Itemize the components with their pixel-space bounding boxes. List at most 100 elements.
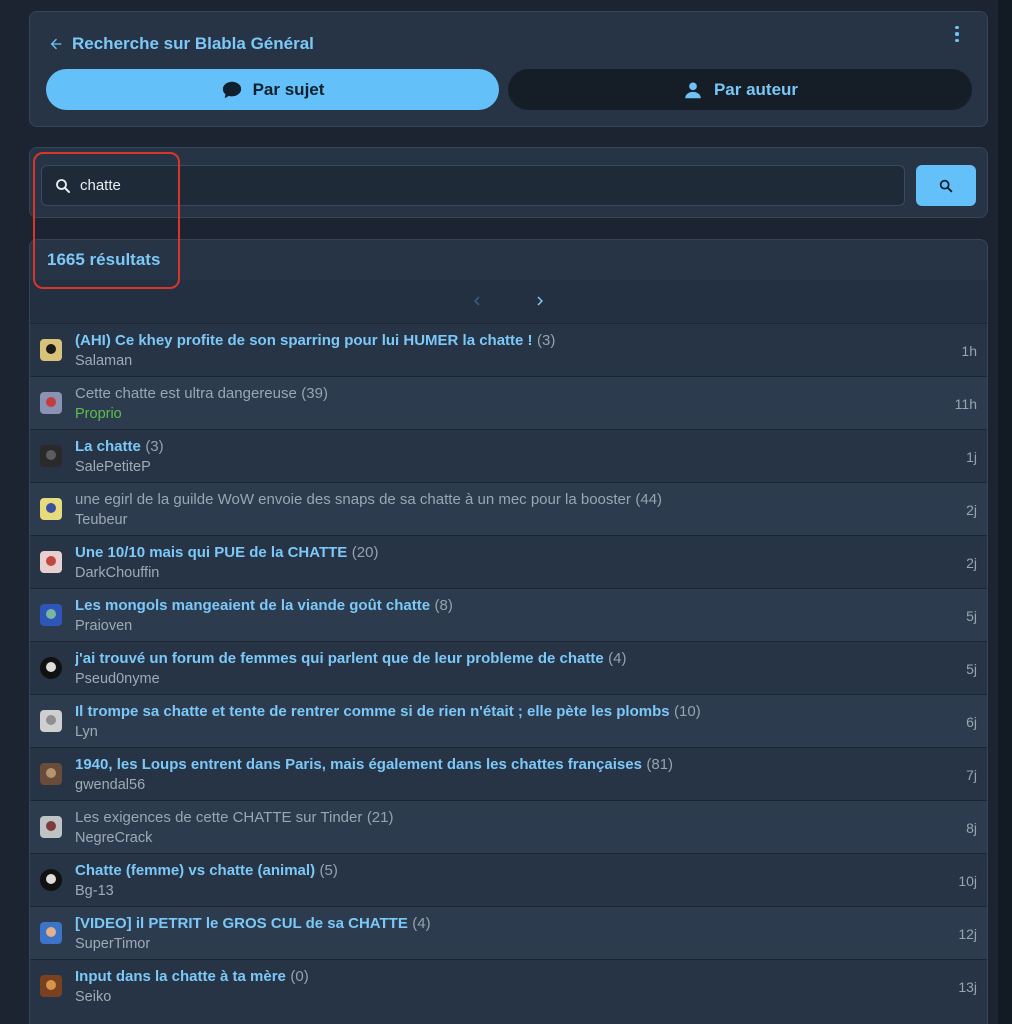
reply-count: (21) <box>366 809 394 826</box>
avatar[interactable] <box>40 392 62 414</box>
topic-row[interactable]: Input dans la chatte à ta mère (0) Seiko 1… <box>30 959 987 1012</box>
topic-time: 1j <box>966 449 977 465</box>
reply-count: (39) <box>301 385 328 402</box>
topic-title-link[interactable]: Les exigences de cette CHATTE sur Tinder <box>75 809 362 826</box>
search-input[interactable]: chatte <box>41 165 905 206</box>
back-arrow-icon[interactable] <box>48 36 64 52</box>
tab-by-subject[interactable]: Par sujet <box>46 69 499 110</box>
results-card: 1665 résultats (AHI) Ce khey profite de … <box>29 239 988 1024</box>
topic-author[interactable]: Proprio <box>75 406 917 422</box>
tab-by-author-label: Par auteur <box>713 79 799 99</box>
topic-row[interactable]: Les mongols mangeaient de la viande goût… <box>30 588 987 641</box>
chevron-left-icon[interactable] <box>468 292 486 310</box>
topic-title-link[interactable]: Une 10/10 mais qui PUE de la CHATTE <box>75 544 347 561</box>
avatar[interactable] <box>40 339 62 361</box>
reply-count: (5) <box>319 862 338 879</box>
topic-row[interactable]: Une 10/10 mais qui PUE de la CHATTE (20)… <box>30 535 987 588</box>
topic-title-link[interactable]: j'ai trouvé un forum de femmes qui parle… <box>75 650 604 667</box>
topic-title-link[interactable]: Il trompe sa chatte et tente de rentrer … <box>75 703 670 720</box>
topic-title-link[interactable]: (AHI) Ce khey profite de son sparring po… <box>75 332 533 349</box>
topic-title-link[interactable]: Input dans la chatte à ta mère <box>75 968 286 985</box>
reply-count: (81) <box>646 756 674 773</box>
reply-count: (20) <box>351 544 379 561</box>
topic-list: (AHI) Ce khey profite de son sparring po… <box>30 323 987 1012</box>
topic-title-link[interactable]: Les mongols mangeaient de la viande goût… <box>75 597 430 614</box>
reply-count: (4) <box>608 650 627 667</box>
avatar[interactable] <box>40 869 62 891</box>
avatar[interactable] <box>40 498 62 520</box>
avatar[interactable] <box>40 816 62 838</box>
reply-count: (3) <box>537 332 556 349</box>
topic-title-link[interactable]: 1940, les Loups entrent dans Paris, mais… <box>75 756 642 773</box>
search-header-card: Recherche sur Blabla Général Par sujet P… <box>29 11 988 127</box>
topic-row[interactable]: Cette chatte est ultra dangereuse (39) Pr… <box>30 376 987 429</box>
topic-author[interactable]: Salaman <box>75 353 917 369</box>
topic-time: 12j <box>958 926 977 942</box>
results-count: 1665 résultats <box>47 250 161 269</box>
topic-title-link[interactable]: [VIDEO] il PETRIT le GROS CUL de sa CHAT… <box>75 915 408 932</box>
avatar[interactable] <box>40 763 62 785</box>
topic-time: 5j <box>966 661 977 677</box>
topic-row[interactable]: Les exigences de cette CHATTE sur Tinder… <box>30 800 987 853</box>
topic-author[interactable]: DarkChouffin <box>75 565 917 581</box>
topic-time: 2j <box>966 555 977 571</box>
avatar[interactable] <box>40 551 62 573</box>
topic-author[interactable]: NegreCrack <box>75 830 917 846</box>
search-button[interactable] <box>916 165 976 206</box>
reply-count: (3) <box>145 438 164 455</box>
search-icon <box>56 178 70 193</box>
topic-time: 7j <box>966 767 977 783</box>
reply-count: (4) <box>412 915 431 932</box>
topic-author[interactable]: Praioven <box>75 618 917 634</box>
topic-row[interactable]: 1940, les Loups entrent dans Paris, mais… <box>30 747 987 800</box>
topic-author[interactable]: Teubeur <box>75 512 917 528</box>
search-icon <box>939 179 953 192</box>
topic-time: 2j <box>966 502 977 518</box>
reply-count: (10) <box>674 703 701 720</box>
topic-time: 10j <box>958 873 977 889</box>
person-icon <box>685 81 701 98</box>
topic-row[interactable]: Il trompe sa chatte et tente de rentrer … <box>30 694 987 747</box>
back-link[interactable]: Recherche sur Blabla Général <box>48 24 314 64</box>
topic-row[interactable]: Chatte (femme) vs chatte (animal) (5) Bg-… <box>30 853 987 906</box>
avatar[interactable] <box>40 657 62 679</box>
avatar[interactable] <box>40 975 62 997</box>
topic-author[interactable]: Lyn <box>75 724 917 740</box>
avatar[interactable] <box>40 710 62 732</box>
topic-time: 11h <box>954 396 977 412</box>
tab-by-subject-label: Par sujet <box>252 79 325 99</box>
topic-author[interactable]: SalePetiteP <box>75 459 917 475</box>
avatar[interactable] <box>40 445 62 467</box>
topic-time: 1h <box>961 343 977 359</box>
topic-time: 8j <box>966 820 977 836</box>
topic-author[interactable]: Pseud0nyme <box>75 671 917 687</box>
topic-author[interactable]: Bg-13 <box>75 883 917 899</box>
topic-row[interactable]: [VIDEO] il PETRIT le GROS CUL de sa CHAT… <box>30 906 987 959</box>
topic-author[interactable]: gwendal56 <box>75 777 917 793</box>
avatar[interactable] <box>40 604 62 626</box>
reply-count: (8) <box>434 597 453 614</box>
avatar[interactable] <box>40 922 62 944</box>
topic-row[interactable]: (AHI) Ce khey profite de son sparring po… <box>30 323 987 376</box>
reply-count: (44) <box>635 491 663 508</box>
pagination <box>30 280 987 323</box>
tab-by-author[interactable]: Par auteur <box>508 69 972 110</box>
page-title: Recherche sur Blabla Général <box>72 34 314 53</box>
topic-time: 6j <box>966 714 977 730</box>
topic-title-link[interactable]: une egirl de la guilde WoW envoie des sn… <box>75 491 631 508</box>
chevron-right-icon[interactable] <box>531 292 549 310</box>
more-options-icon[interactable] <box>949 26 965 42</box>
topic-author[interactable]: SuperTimor <box>75 936 917 952</box>
topic-row[interactable]: une egirl de la guilde WoW envoie des sn… <box>30 482 987 535</box>
topic-title-link[interactable]: La chatte <box>75 438 141 455</box>
search-input-value: chatte <box>80 177 121 194</box>
topic-row[interactable]: j'ai trouvé un forum de femmes qui parle… <box>30 641 987 694</box>
search-card: chatte <box>29 147 988 218</box>
topic-time: 13j <box>958 979 977 995</box>
topic-title-link[interactable]: Chatte (femme) vs chatte (animal) <box>75 862 315 879</box>
window-edge <box>998 0 1012 1024</box>
topic-author[interactable]: Seiko <box>75 989 917 1005</box>
topic-row[interactable]: La chatte (3) SalePetiteP 1j <box>30 429 987 482</box>
reply-count: (0) <box>290 968 309 985</box>
topic-title-link[interactable]: Cette chatte est ultra dangereuse <box>75 385 297 402</box>
